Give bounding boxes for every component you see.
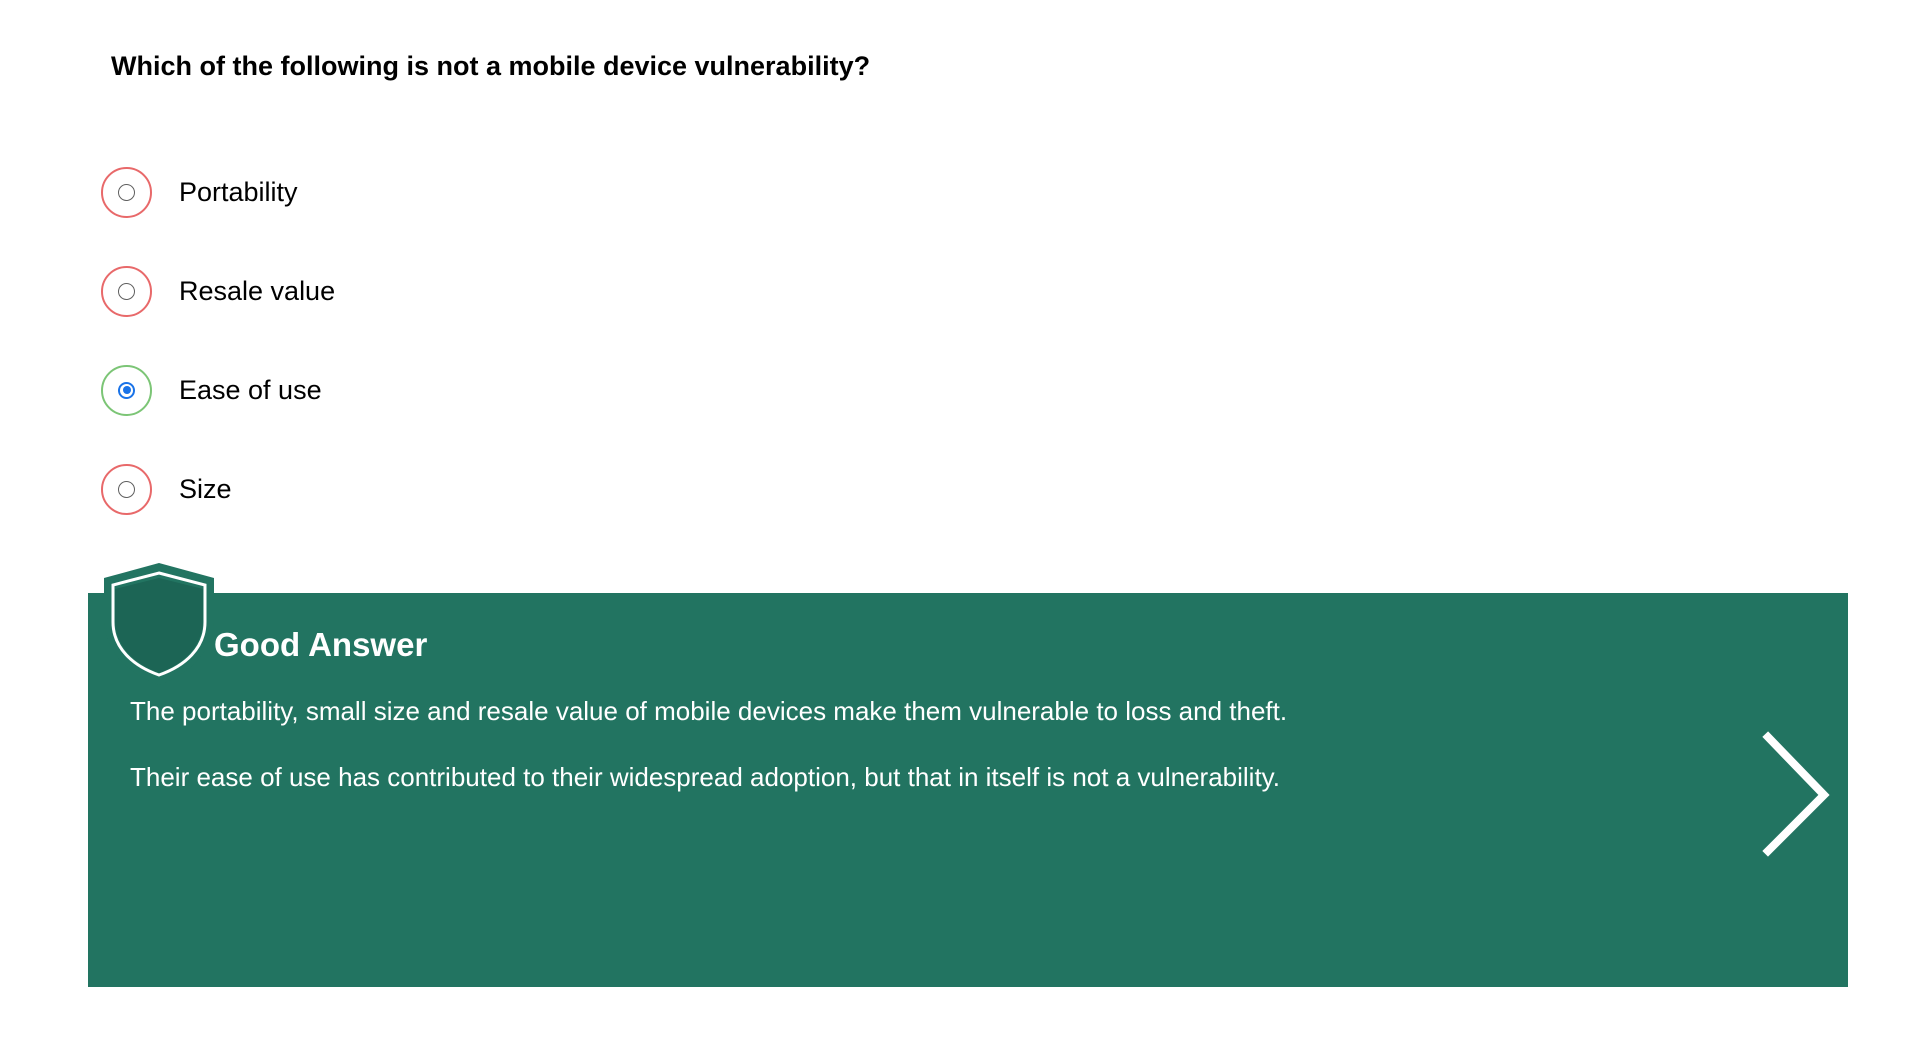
radio-button[interactable]: [118, 282, 135, 300]
option-resale-value[interactable]: Resale value: [101, 265, 801, 317]
question-text: Which of the following is not a mobile d…: [111, 51, 871, 81]
feedback-panel: Good Answer The portability, small size …: [88, 593, 1848, 987]
incorrect-ring: [101, 265, 152, 317]
shield-icon: [99, 560, 219, 688]
radio-button[interactable]: [118, 183, 135, 201]
feedback-title: Good Answer: [214, 626, 428, 663]
option-label: Ease of use: [179, 375, 322, 405]
incorrect-ring: [101, 463, 152, 515]
feedback-paragraph: Their ease of use has contributed to the…: [130, 762, 1280, 792]
correct-ring: [101, 364, 152, 416]
chevron-right-icon: [1762, 731, 1830, 857]
quiz-page: Which of the following is not a mobile d…: [0, 0, 1905, 1042]
option-ease-of-use[interactable]: Ease of use: [101, 364, 801, 416]
incorrect-ring: [101, 166, 152, 218]
radio-button[interactable]: [118, 480, 135, 498]
answer-options: Portability Resale value Ease of use Siz…: [101, 166, 801, 562]
next-button[interactable]: [1754, 729, 1834, 859]
option-portability[interactable]: Portability: [101, 166, 801, 218]
option-label: Size: [179, 474, 232, 504]
option-size[interactable]: Size: [101, 463, 801, 515]
option-label: Portability: [179, 177, 298, 207]
feedback-paragraph: The portability, small size and resale v…: [130, 696, 1288, 726]
option-label: Resale value: [179, 276, 336, 306]
radio-button-selected[interactable]: [118, 381, 135, 399]
